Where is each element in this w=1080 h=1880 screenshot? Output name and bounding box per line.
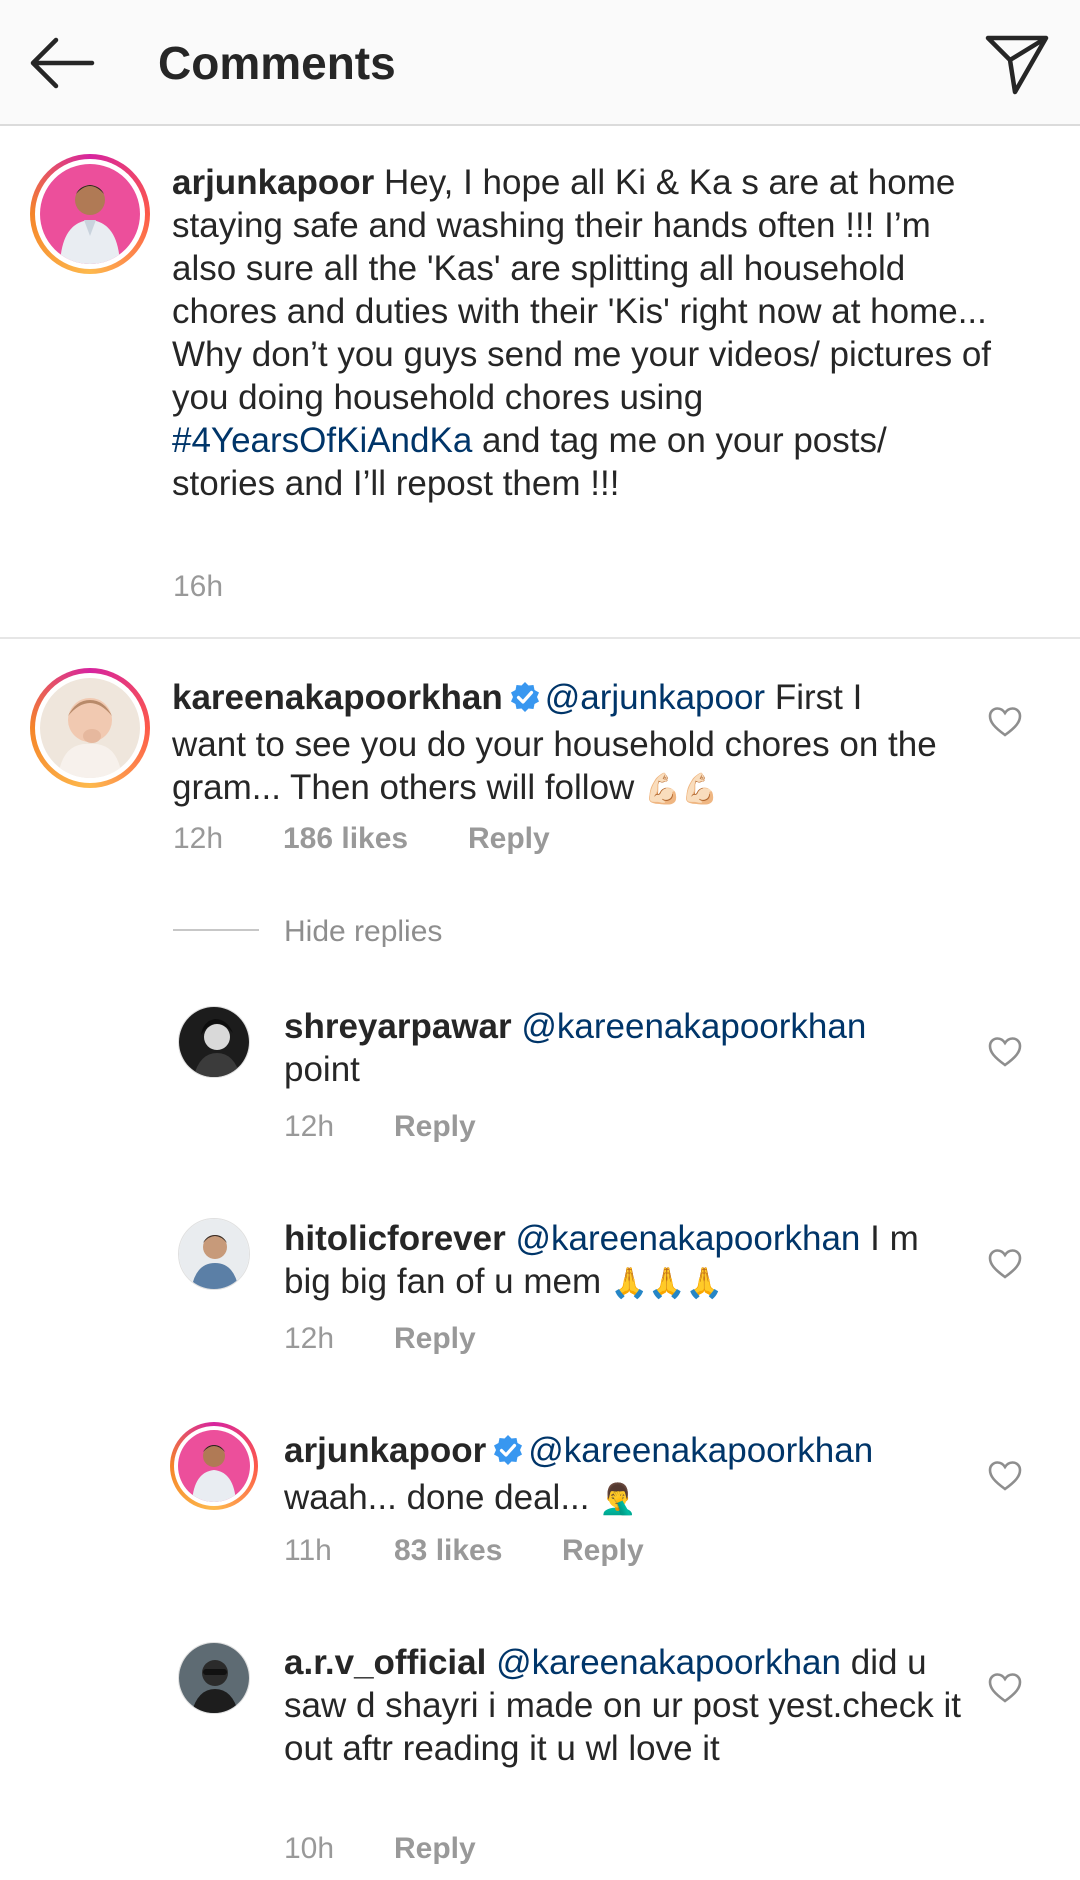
avatar[interactable] [30, 154, 150, 274]
reply-meta: 11h 83 likes Reply [284, 1534, 644, 1568]
divider [173, 929, 259, 931]
reply-body: point [284, 1050, 360, 1089]
heart-icon[interactable] [988, 1460, 1022, 1492]
avatar-photo [40, 164, 140, 264]
avatar-photo [179, 1643, 249, 1713]
timestamp: 16h [173, 570, 224, 603]
heart-icon[interactable] [988, 1248, 1022, 1280]
caption-meta: 16h [173, 570, 223, 604]
share-button[interactable] [982, 30, 1052, 96]
reply-button[interactable]: Reply [394, 1832, 476, 1866]
hide-replies-button[interactable]: Hide replies [284, 915, 442, 949]
comment-text: kareenakapoorkhan @arjunkapoor First I wa… [172, 676, 942, 811]
likes-count[interactable]: 186 likes [283, 822, 468, 856]
reply-meta: 10h Reply [284, 1832, 476, 1866]
reply-text: shreyarpawar @kareenakapoorkhan point [284, 1005, 944, 1091]
heart-icon[interactable] [988, 1036, 1022, 1068]
verified-badge-icon [509, 680, 541, 723]
arrow-left-icon [30, 37, 95, 89]
avatar[interactable] [30, 668, 150, 788]
avatar-photo [179, 1007, 249, 1077]
verified-badge-icon [492, 1433, 524, 1476]
reply-text: a.r.v_official @kareenakapoorkhan did u … [284, 1641, 964, 1770]
comments-header: Comments [0, 0, 1080, 126]
page-title: Comments [158, 37, 396, 89]
reply-button[interactable]: Reply [394, 1110, 476, 1144]
caption-text: arjunkapoor Hey, I hope all Ki & Ka s ar… [172, 161, 992, 505]
reply-username[interactable]: hitolicforever [284, 1219, 506, 1258]
back-button[interactable] [26, 30, 98, 96]
reply-username[interactable]: shreyarpawar [284, 1007, 512, 1046]
timestamp: 10h [284, 1832, 335, 1865]
reply-body: waah... done deal... [284, 1478, 600, 1517]
avatar[interactable] [178, 1218, 250, 1290]
reply-text: hitolicforever @kareenakapoorkhan I m bi… [284, 1217, 964, 1305]
reply-button[interactable]: Reply [562, 1534, 644, 1568]
timestamp: 12h [173, 822, 224, 855]
flexed-biceps-emoji: 💪🏻💪🏻 [644, 772, 719, 807]
timestamp: 12h [284, 1322, 335, 1355]
comment-meta: 12h 186 likes Reply [173, 822, 550, 856]
reply-username[interactable]: a.r.v_official [284, 1643, 486, 1682]
comment-username[interactable]: kareenakapoorkhan [172, 678, 503, 717]
timestamp: 11h [284, 1534, 332, 1567]
avatar[interactable] [178, 1006, 250, 1078]
mention-link[interactable]: @kareenakapoorkhan [496, 1643, 841, 1682]
heart-icon[interactable] [988, 706, 1022, 738]
avatar-photo [179, 1219, 249, 1289]
avatar[interactable] [170, 1422, 258, 1510]
reply-button[interactable]: Reply [468, 822, 550, 856]
hashtag-link[interactable]: #4YearsOfKiAndKa [172, 421, 472, 460]
likes-count[interactable]: 83 likes [394, 1534, 562, 1568]
timestamp: 12h [284, 1110, 335, 1143]
paper-plane-icon [985, 35, 1049, 95]
mention-link[interactable]: @kareenakapoorkhan [521, 1007, 866, 1046]
avatar-photo [178, 1430, 250, 1502]
folded-hands-emoji: 🙏🙏🙏 [610, 1266, 723, 1301]
mention-link[interactable]: @kareenakapoorkhan [528, 1431, 873, 1470]
reply-meta: 12h Reply [284, 1110, 476, 1144]
caption-username[interactable]: arjunkapoor [172, 163, 374, 202]
facepalm-emoji: 🤦‍♂️ [599, 1482, 637, 1517]
reply-meta: 12h Reply [284, 1322, 476, 1356]
caption-body-2: Why don’t you guys send me your videos/ … [172, 335, 992, 417]
divider [0, 637, 1080, 639]
mention-link[interactable]: @kareenakapoorkhan [515, 1219, 860, 1258]
mention-link[interactable]: @arjunkapoor [545, 678, 765, 717]
avatar-photo [40, 678, 140, 778]
heart-icon[interactable] [988, 1672, 1022, 1704]
reply-button[interactable]: Reply [394, 1322, 476, 1356]
reply-text: arjunkapoor @kareenakapoorkhan waah... do… [284, 1429, 964, 1521]
reply-username[interactable]: arjunkapoor [284, 1431, 486, 1470]
avatar[interactable] [178, 1642, 250, 1714]
